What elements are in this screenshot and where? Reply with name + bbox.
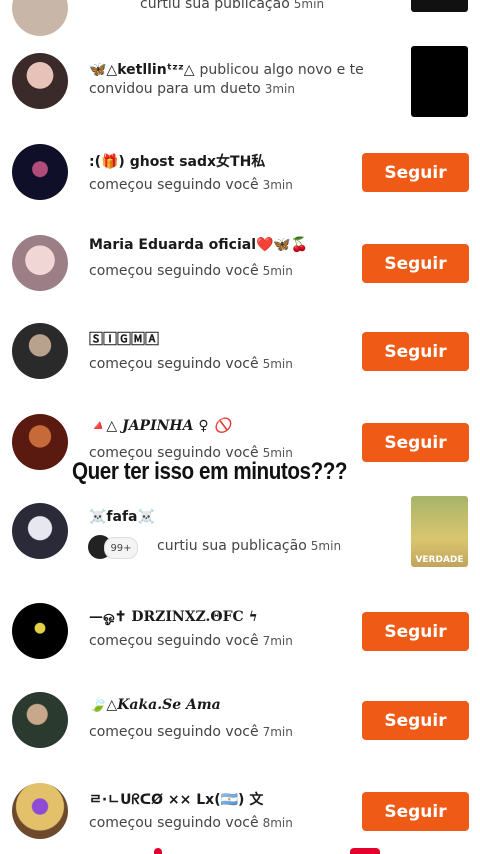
avatar[interactable] [12,235,68,291]
avatar[interactable] [12,144,68,200]
user-name[interactable]: Maria Eduarda oficial❤️🦋🍒 [89,237,308,253]
post-thumbnail[interactable] [411,46,468,117]
bottom-nav-pill [350,848,380,854]
follow-button[interactable]: Seguir [362,244,469,283]
bottom-edge [0,846,480,854]
post-thumbnail[interactable]: VERDADE [411,496,468,567]
notification-action: começou seguindo você 8min [89,815,293,831]
follow-button[interactable]: Seguir [362,792,469,831]
avatar[interactable] [12,414,68,470]
notification-action: curtiu sua publicação 5min [140,0,325,12]
overlay-caption: Quer ter isso em minutos??? [72,458,348,485]
notification-action: começou seguindo você 5min [89,263,293,279]
notification-action-inline: publicou algo novo e te [199,62,364,78]
notification-action: começou seguindo você 3min [89,177,293,193]
user-name[interactable]: ㄹ·ㄴᑌᖇᑕØ ×× Lx(🇦🇷) 文 [89,789,263,809]
avatar[interactable] [12,783,68,839]
follow-button[interactable]: Seguir [362,332,469,371]
notification-action: convidou para um dueto 3min [89,81,295,97]
user-name[interactable]: :(🎁) ghost sadx女TH私 [89,151,265,171]
avatar[interactable] [12,603,68,659]
user-name[interactable]: 🔺△ JAPINHA ♀ 🚫 [89,418,231,434]
user-name[interactable]: 🍃△Kaka.Se Ama [89,697,221,713]
follow-button[interactable]: Seguir [362,423,469,462]
liker-badge[interactable]: 99+ [88,535,138,559]
avatar[interactable] [12,503,68,559]
liker-count: 99+ [104,537,138,559]
user-name[interactable]: 🅂🄸🄶🄼🄰 [89,329,159,349]
notification-action: começou seguindo você 5min [89,356,293,372]
follow-button[interactable]: Seguir [362,701,469,740]
follow-button[interactable]: Seguir [362,612,469,651]
avatar[interactable] [12,53,68,109]
bottom-nav-indicator [154,848,162,854]
notification-action: começou seguindo você 7min [89,633,293,649]
follow-button[interactable]: Seguir [362,153,469,192]
notification-action: curtiu sua publicação 5min [157,538,342,554]
thumbnail-caption: VERDADE [415,555,464,565]
avatar[interactable] [12,692,68,748]
user-name[interactable]: ☠️fafa☠️ [89,509,155,525]
user-name[interactable]: 🦋△ketllinᵗᶻᶻ△ publicou algo novo e te [89,62,364,78]
avatar[interactable] [12,323,68,379]
user-name[interactable]: —ஓ✝ DRZINXZ.ΘFC ϟ [89,609,258,627]
post-thumbnail[interactable] [411,0,468,12]
avatar[interactable] [12,0,68,36]
notification-action: começou seguindo você 7min [89,724,293,740]
